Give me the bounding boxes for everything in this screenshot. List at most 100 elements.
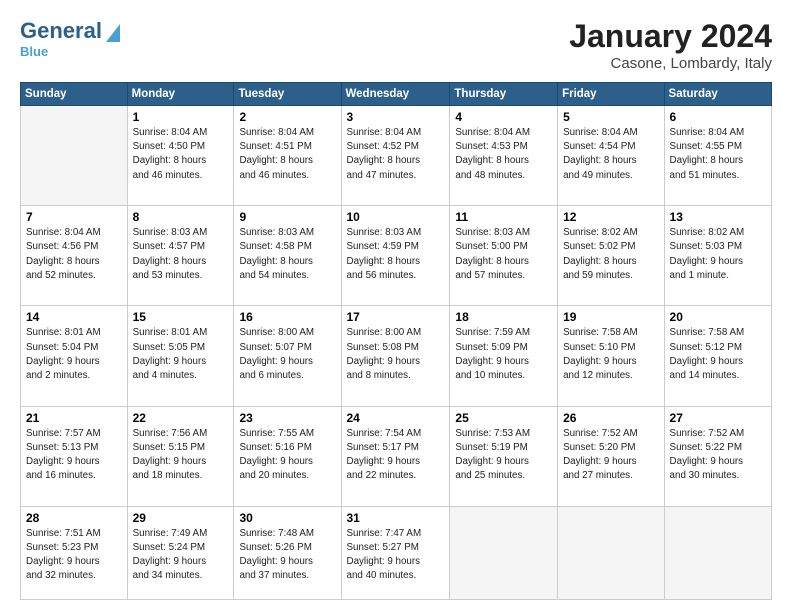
day-info: Sunrise: 8:03 AMSunset: 4:58 PMDaylight:… — [239, 226, 335, 283]
day-info: Sunrise: 7:55 AMSunset: 5:16 PMDaylight:… — [239, 427, 335, 484]
calendar-cell: 5Sunrise: 8:04 AMSunset: 4:54 PMDaylight… — [558, 106, 664, 206]
day-info: Sunrise: 7:53 AMSunset: 5:19 PMDaylight:… — [455, 427, 552, 484]
day-info: Sunrise: 8:00 AMSunset: 5:08 PMDaylight:… — [347, 326, 445, 383]
day-info: Sunrise: 8:04 AMSunset: 4:52 PMDaylight:… — [347, 126, 445, 183]
calendar-week-row: 28 Sunrise: 7:51 AMSunset: 5:23 PMDayligh… — [21, 506, 772, 599]
day-number: 17 — [347, 310, 445, 324]
title-block: January 2024 Casone, Lombardy, Italy — [569, 18, 772, 72]
calendar-cell: 23 Sunrise: 7:55 AMSunset: 5:16 PMDayligh… — [234, 406, 341, 506]
day-number: 18 — [455, 310, 552, 324]
day-info: Sunrise: 7:52 AMSunset: 5:20 PMDaylight:… — [563, 427, 658, 484]
day-info: Sunrise: 8:00 AMSunset: 5:07 PMDaylight:… — [239, 326, 335, 383]
calendar-cell: 1 Sunrise: 8:04 AMSunset: 4:50 PMDaylight… — [127, 106, 234, 206]
calendar-cell: 16Sunrise: 8:00 AMSunset: 5:07 PMDayligh… — [234, 306, 341, 406]
logo-general-text: General — [20, 18, 102, 44]
day-info: Sunrise: 7:57 AMSunset: 5:13 PMDaylight:… — [26, 427, 122, 484]
calendar-cell: 3 Sunrise: 8:04 AMSunset: 4:52 PMDaylight… — [341, 106, 450, 206]
calendar-cell: 4 Sunrise: 8:04 AMSunset: 4:53 PMDaylight… — [450, 106, 558, 206]
dow-monday: Monday — [127, 83, 234, 106]
calendar-cell: 19Sunrise: 7:58 AMSunset: 5:10 PMDayligh… — [558, 306, 664, 406]
day-number: 11 — [455, 210, 552, 224]
calendar-cell: 26 Sunrise: 7:52 AMSunset: 5:20 PMDayligh… — [558, 406, 664, 506]
day-number: 30 — [239, 511, 335, 525]
day-info: Sunrise: 8:01 AMSunset: 5:04 PMDaylight:… — [26, 326, 122, 383]
day-number: 4 — [455, 110, 552, 124]
calendar-week-row: 7Sunrise: 8:04 AMSunset: 4:56 PMDaylight… — [21, 206, 772, 306]
day-number: 1 — [133, 110, 229, 124]
calendar-cell — [558, 506, 664, 599]
day-info: Sunrise: 7:54 AMSunset: 5:17 PMDaylight:… — [347, 427, 445, 484]
calendar-cell: 6Sunrise: 8:04 AMSunset: 4:55 PMDaylight… — [664, 106, 771, 206]
day-number: 28 — [26, 511, 122, 525]
calendar-cell: 15 Sunrise: 8:01 AMSunset: 5:05 PMDayligh… — [127, 306, 234, 406]
calendar-cell: 28 Sunrise: 7:51 AMSunset: 5:23 PMDayligh… — [21, 506, 128, 599]
day-number: 23 — [239, 411, 335, 425]
calendar-cell — [450, 506, 558, 599]
day-number: 26 — [563, 411, 658, 425]
day-info: Sunrise: 7:49 AMSunset: 5:24 PMDaylight:… — [133, 527, 229, 584]
calendar-cell: 29Sunrise: 7:49 AMSunset: 5:24 PMDayligh… — [127, 506, 234, 599]
logo: General Blue — [20, 18, 120, 59]
day-number: 22 — [133, 411, 229, 425]
day-info: Sunrise: 7:48 AMSunset: 5:26 PMDaylight:… — [239, 527, 335, 584]
dow-friday: Friday — [558, 83, 664, 106]
calendar-table: Sunday Monday Tuesday Wednesday Thursday… — [20, 82, 772, 600]
day-info: Sunrise: 8:02 AMSunset: 5:02 PMDaylight:… — [563, 226, 658, 283]
calendar-cell: 30 Sunrise: 7:48 AMSunset: 5:26 PMDayligh… — [234, 506, 341, 599]
dow-tuesday: Tuesday — [234, 83, 341, 106]
day-number: 13 — [670, 210, 766, 224]
calendar-title: January 2024 — [569, 18, 772, 55]
day-info: Sunrise: 8:02 AMSunset: 5:03 PMDaylight:… — [670, 226, 766, 283]
day-number: 8 — [133, 210, 229, 224]
calendar-week-row: 14Sunrise: 8:01 AMSunset: 5:04 PMDayligh… — [21, 306, 772, 406]
day-info: Sunrise: 7:47 AMSunset: 5:27 PMDaylight:… — [347, 527, 445, 584]
calendar-cell: 18 Sunrise: 7:59 AMSunset: 5:09 PMDayligh… — [450, 306, 558, 406]
day-info: Sunrise: 8:01 AMSunset: 5:05 PMDaylight:… — [133, 326, 229, 383]
day-number: 2 — [239, 110, 335, 124]
calendar-body: 1 Sunrise: 8:04 AMSunset: 4:50 PMDaylight… — [21, 106, 772, 600]
calendar-cell: 2 Sunrise: 8:04 AMSunset: 4:51 PMDaylight… — [234, 106, 341, 206]
calendar-cell: 20 Sunrise: 7:58 AMSunset: 5:12 PMDayligh… — [664, 306, 771, 406]
day-number: 20 — [670, 310, 766, 324]
day-info: Sunrise: 8:04 AMSunset: 4:51 PMDaylight:… — [239, 126, 335, 183]
day-number: 15 — [133, 310, 229, 324]
day-info: Sunrise: 8:03 AMSunset: 5:00 PMDaylight:… — [455, 226, 552, 283]
calendar-week-row: 1 Sunrise: 8:04 AMSunset: 4:50 PMDaylight… — [21, 106, 772, 206]
day-number: 9 — [239, 210, 335, 224]
day-info: Sunrise: 7:58 AMSunset: 5:10 PMDaylight:… — [563, 326, 658, 383]
day-info: Sunrise: 7:58 AMSunset: 5:12 PMDaylight:… — [670, 326, 766, 383]
day-number: 31 — [347, 511, 445, 525]
calendar-cell: 13 Sunrise: 8:02 AMSunset: 5:03 PMDayligh… — [664, 206, 771, 306]
day-number: 12 — [563, 210, 658, 224]
day-info: Sunrise: 8:04 AMSunset: 4:53 PMDaylight:… — [455, 126, 552, 183]
calendar-subtitle: Casone, Lombardy, Italy — [569, 55, 772, 72]
calendar-header: Sunday Monday Tuesday Wednesday Thursday… — [21, 83, 772, 106]
logo-blue-text: Blue — [20, 44, 120, 59]
day-info: Sunrise: 8:03 AMSunset: 4:59 PMDaylight:… — [347, 226, 445, 283]
day-info: Sunrise: 8:04 AMSunset: 4:54 PMDaylight:… — [563, 126, 658, 183]
calendar-cell: 25Sunrise: 7:53 AMSunset: 5:19 PMDayligh… — [450, 406, 558, 506]
logo-triangle-icon — [104, 20, 120, 42]
calendar-cell: 14Sunrise: 8:01 AMSunset: 5:04 PMDayligh… — [21, 306, 128, 406]
day-info: Sunrise: 8:04 AMSunset: 4:50 PMDaylight:… — [133, 126, 229, 183]
calendar-cell: 17 Sunrise: 8:00 AMSunset: 5:08 PMDayligh… — [341, 306, 450, 406]
calendar-cell — [21, 106, 128, 206]
day-number: 3 — [347, 110, 445, 124]
day-number: 7 — [26, 210, 122, 224]
day-info: Sunrise: 7:51 AMSunset: 5:23 PMDaylight:… — [26, 527, 122, 584]
day-number: 24 — [347, 411, 445, 425]
day-number: 10 — [347, 210, 445, 224]
day-info: Sunrise: 8:03 AMSunset: 4:57 PMDaylight:… — [133, 226, 229, 283]
day-number: 27 — [670, 411, 766, 425]
day-number: 6 — [670, 110, 766, 124]
calendar-cell: 24 Sunrise: 7:54 AMSunset: 5:17 PMDayligh… — [341, 406, 450, 506]
day-info: Sunrise: 7:56 AMSunset: 5:15 PMDaylight:… — [133, 427, 229, 484]
page: General Blue January 2024 Casone, Lombar… — [0, 0, 792, 612]
calendar-cell: 10 Sunrise: 8:03 AMSunset: 4:59 PMDayligh… — [341, 206, 450, 306]
calendar-cell: 7Sunrise: 8:04 AMSunset: 4:56 PMDaylight… — [21, 206, 128, 306]
calendar-week-row: 21 Sunrise: 7:57 AMSunset: 5:13 PMDayligh… — [21, 406, 772, 506]
day-info: Sunrise: 7:59 AMSunset: 5:09 PMDaylight:… — [455, 326, 552, 383]
day-number: 21 — [26, 411, 122, 425]
dow-thursday: Thursday — [450, 83, 558, 106]
calendar-cell: 27Sunrise: 7:52 AMSunset: 5:22 PMDayligh… — [664, 406, 771, 506]
